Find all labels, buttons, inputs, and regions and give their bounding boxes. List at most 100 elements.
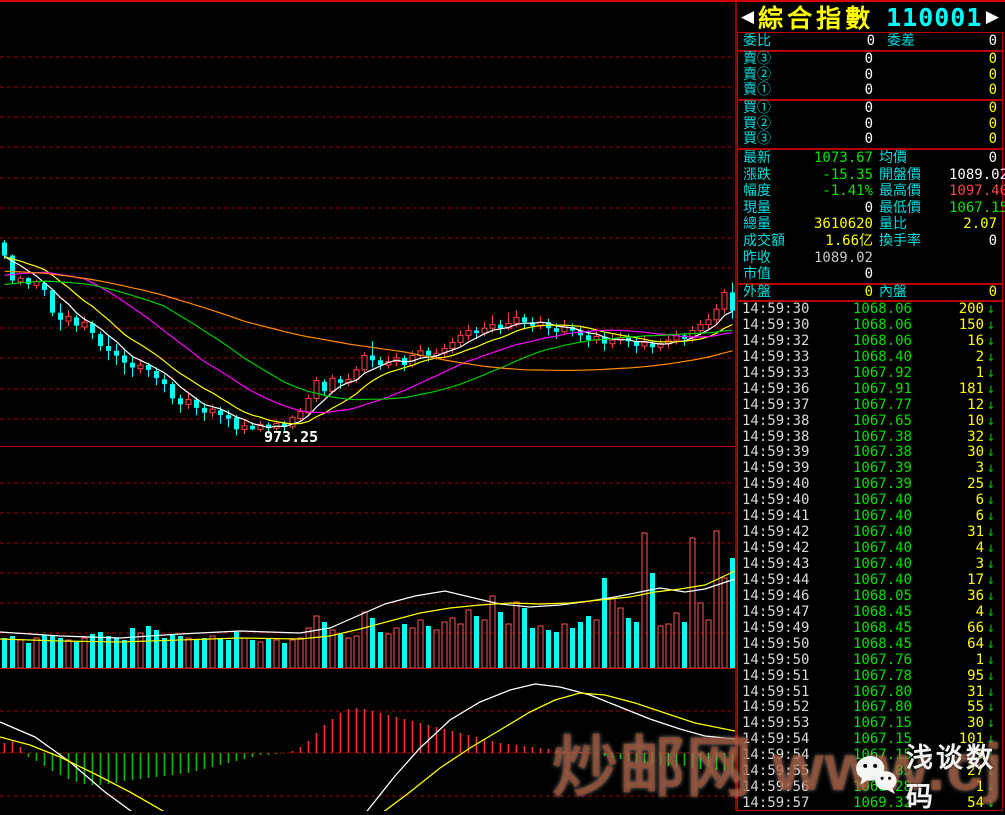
tick-row: 14:59:301068.06200↓ — [738, 302, 1002, 318]
prev-stock-button[interactable]: ◀ — [739, 7, 756, 27]
ask-row: 賣①00 — [738, 83, 1002, 99]
tick-row: 14:59:421067.404↓ — [738, 541, 1002, 557]
tick-list[interactable]: 14:59:301068.06200↓14:59:301068.06150↓14… — [737, 301, 1003, 811]
down-arrow-icon: ↓ — [984, 366, 998, 382]
low-annotation: 973.25 — [264, 428, 318, 446]
stock-code: 110001 — [886, 3, 982, 32]
ask-row: 賣③00 — [738, 52, 1002, 68]
tick-row: 14:59:371067.7712↓ — [738, 398, 1002, 414]
weicha-label: 委差 — [875, 33, 939, 49]
down-arrow-icon: ↓ — [984, 589, 998, 605]
weibi-box: 委比 0 委差 0 — [737, 32, 1003, 51]
quote-row: 總量3610620量比2.07 — [738, 216, 1002, 233]
down-arrow-icon: ↓ — [984, 525, 998, 541]
down-arrow-icon: ↓ — [984, 605, 998, 621]
quote-row: 最新1073.67均價0 — [738, 150, 1002, 167]
down-arrow-icon: ↓ — [984, 796, 998, 811]
bid-quotes-box: 買①00買②00買③00 — [737, 100, 1003, 149]
quote-row: 漲跌-15.35開盤價1089.02 — [738, 167, 1002, 184]
weibi-label: 委比 — [743, 33, 799, 49]
tick-row: 14:59:501067.761↓ — [738, 653, 1002, 669]
candle-pane: 973.25 — [2, 240, 735, 446]
tick-row: 14:59:491068.4566↓ — [738, 621, 1002, 637]
tick-row: 14:59:531067.1530↓ — [738, 716, 1002, 732]
down-arrow-icon: ↓ — [984, 541, 998, 557]
tick-row: 14:59:321068.0616↓ — [738, 334, 1002, 350]
tick-row: 14:59:521067.8055↓ — [738, 700, 1002, 716]
tick-row: 14:59:391067.3830↓ — [738, 445, 1002, 461]
down-arrow-icon: ↓ — [984, 493, 998, 509]
down-arrow-icon: ↓ — [984, 398, 998, 414]
quote-row: 幅度-1.41%最高價1097.40 — [738, 183, 1002, 200]
volume-pane — [0, 531, 735, 668]
tick-row: 14:59:381067.3832↓ — [738, 430, 1002, 446]
stock-name: 綜合指數 — [758, 0, 874, 35]
down-arrow-icon: ↓ — [984, 573, 998, 589]
down-arrow-icon: ↓ — [984, 557, 998, 573]
down-arrow-icon: ↓ — [984, 685, 998, 701]
quote-row: 現量0最低價1067.15 — [738, 200, 1002, 217]
down-arrow-icon: ↓ — [984, 764, 998, 780]
down-arrow-icon: ↓ — [984, 461, 998, 477]
gridlines — [0, 57, 737, 796]
tick-row: 14:59:461068.0536↓ — [738, 589, 1002, 605]
down-arrow-icon: ↓ — [984, 302, 998, 318]
tick-row: 14:59:401067.3925↓ — [738, 477, 1002, 493]
down-arrow-icon: ↓ — [984, 621, 998, 637]
down-arrow-icon: ↓ — [984, 732, 998, 748]
next-stock-button[interactable]: ▶ — [984, 7, 1001, 27]
inout-box: 外盤 0 內盤 0 — [737, 284, 1003, 301]
outer-volume-label: 外盤 — [743, 285, 803, 300]
quote-panel: ◀ 綜合指數 110001 ▶ 委比 0 委差 0 賣③00賣②00賣①00 買… — [737, 2, 1005, 811]
ask-quotes-box: 賣③00賣②00賣①00 — [737, 51, 1003, 100]
tick-row: 14:59:301068.06150↓ — [738, 318, 1002, 334]
tick-row: 14:59:571069.3254↓ — [738, 796, 1002, 811]
down-arrow-icon: ↓ — [984, 716, 998, 732]
macd-pane — [0, 684, 735, 811]
tick-row: 14:59:541067.15101↓ — [738, 732, 1002, 748]
weibi-value: 0 — [799, 33, 875, 49]
kline-chart-svg: 973.25 — [0, 0, 737, 811]
down-arrow-icon: ↓ — [984, 637, 998, 653]
tick-row: 14:59:431067.403↓ — [738, 557, 1002, 573]
quote-detail-box: 最新1073.67均價0漲跌-15.35開盤價1089.02幅度-1.41%最高… — [737, 149, 1003, 284]
quote-row: 市值0 — [738, 266, 1002, 283]
quote-row: 昨收1089.02 — [738, 250, 1002, 267]
down-arrow-icon: ↓ — [984, 382, 998, 398]
tick-row: 14:59:541067.155↓ — [738, 748, 1002, 764]
tick-row: 14:59:361067.91181↓ — [738, 382, 1002, 398]
tick-row: 14:59:421067.4031↓ — [738, 525, 1002, 541]
down-arrow-icon: ↓ — [984, 334, 998, 350]
tick-row: 14:59:331068.402↓ — [738, 350, 1002, 366]
tick-row: 14:59:471068.454↓ — [738, 605, 1002, 621]
tick-row: 14:59:561068.281↓ — [738, 780, 1002, 796]
bid-row: 買③00 — [738, 132, 1002, 148]
stock-header: ◀ 綜合指數 110001 ▶ — [737, 2, 1003, 32]
down-arrow-icon: ↓ — [984, 780, 998, 796]
down-arrow-icon: ↓ — [984, 509, 998, 525]
down-arrow-icon: ↓ — [984, 445, 998, 461]
ask-row: 賣②00 — [738, 68, 1002, 84]
tick-row: 14:59:391067.393↓ — [738, 461, 1002, 477]
inner-volume-value: 0 — [949, 285, 997, 300]
down-arrow-icon: ↓ — [984, 477, 998, 493]
tick-row: 14:59:501068.4564↓ — [738, 637, 1002, 653]
down-arrow-icon: ↓ — [984, 653, 998, 669]
inner-volume-label: 內盤 — [873, 285, 949, 300]
trading-terminal: { "colors": { "green": "#00e600", "red":… — [0, 0, 1005, 811]
quote-row: 成交額1.66亿換手率0 — [738, 233, 1002, 250]
tick-row: 14:59:511067.7895↓ — [738, 669, 1002, 685]
bid-row: 買①00 — [738, 101, 1002, 117]
bid-row: 買②00 — [738, 117, 1002, 133]
tick-row: 14:59:551068.8527↓ — [738, 764, 1002, 780]
down-arrow-icon: ↓ — [984, 669, 998, 685]
kline-chart-area[interactable]: 973.25 — [0, 0, 737, 811]
tick-row: 14:59:331067.921↓ — [738, 366, 1002, 382]
down-arrow-icon: ↓ — [984, 430, 998, 446]
down-arrow-icon: ↓ — [984, 350, 998, 366]
weicha-value: 0 — [939, 33, 997, 49]
down-arrow-icon: ↓ — [984, 700, 998, 716]
tick-row: 14:59:381067.6510↓ — [738, 414, 1002, 430]
down-arrow-icon: ↓ — [984, 414, 998, 430]
tick-row: 14:59:411067.406↓ — [738, 509, 1002, 525]
